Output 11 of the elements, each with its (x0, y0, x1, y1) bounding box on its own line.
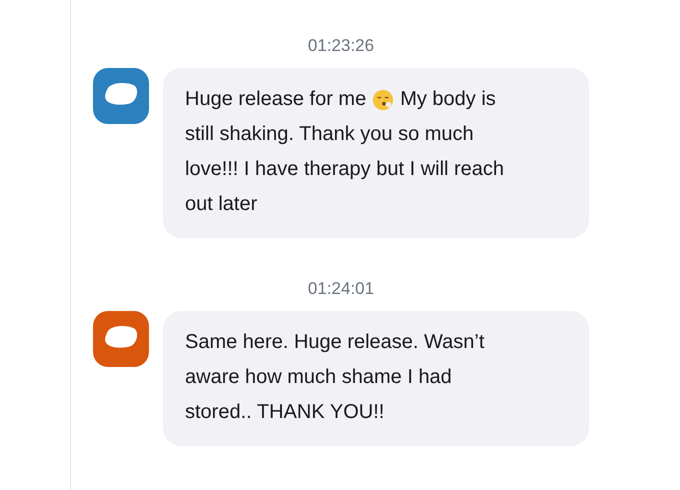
message-text: Huge release for me (185, 88, 366, 111)
message-text: love!!! I have therapy but I will reach (185, 158, 504, 181)
message-text: My body is (400, 88, 496, 111)
timestamp: 01:24:01 (306, 278, 376, 300)
message-text: Same here. Huge release. Wasn’t (185, 331, 484, 354)
message-text: stored.. THANK YOU!! (185, 401, 384, 424)
message-text: still shaking. Thank you so much (185, 123, 474, 146)
exhaling-face-icon (372, 88, 394, 110)
message-text: out later (185, 193, 258, 216)
message-text: aware how much shame I had (185, 366, 452, 389)
timestamp: 01:23:26 (306, 35, 376, 57)
